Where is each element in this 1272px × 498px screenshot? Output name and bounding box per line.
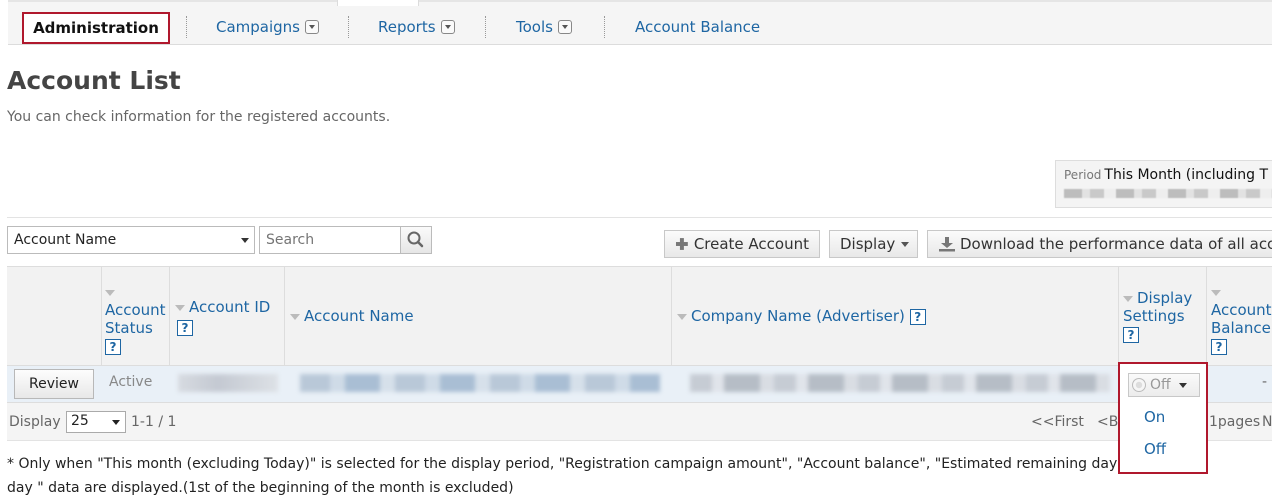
sort-arrow-icon: [175, 304, 185, 311]
col-account-balance-label-2: Balance: [1211, 319, 1271, 337]
nav-account-balance[interactable]: Account Balance: [635, 18, 760, 36]
radio-icon: [1132, 378, 1146, 392]
caret-down-icon: [112, 420, 120, 425]
nav-administration[interactable]: Administration: [22, 12, 170, 44]
account-balance-value: -: [1262, 374, 1268, 390]
help-icon[interactable]: ?: [105, 339, 121, 355]
sort-arrow-icon: [1123, 295, 1133, 302]
sort-arrow-icon: [1211, 289, 1221, 296]
help-icon[interactable]: ?: [1211, 339, 1227, 355]
chevron-down-icon[interactable]: [557, 20, 572, 34]
account-status-value: Active: [109, 374, 153, 390]
account-id-redacted: [178, 374, 278, 392]
search-field-select[interactable]: Account Name: [7, 226, 255, 254]
nav-campaigns-label: Campaigns: [216, 18, 301, 36]
nav-campaigns[interactable]: Campaigns: [216, 18, 320, 36]
page-size-select[interactable]: 25: [66, 411, 126, 433]
period-value: This Month (including T: [1104, 167, 1269, 183]
sort-arrow-icon: [290, 313, 300, 320]
nav-tools[interactable]: Tools: [516, 18, 572, 36]
col-account-name-label: Account Name: [304, 307, 414, 325]
col-company-name-label: Company Name (Advertiser): [691, 307, 905, 325]
sort-arrow-icon: [105, 289, 115, 296]
col-account-balance[interactable]: Account Balance ?: [1207, 267, 1272, 367]
col-display-settings-label-1: Display: [1137, 289, 1193, 307]
col-account-id-label: Account ID: [189, 298, 271, 316]
display-label: Display: [840, 235, 896, 253]
page-size-label: Display: [9, 414, 61, 430]
tab-notch: [337, 0, 419, 6]
display-setting-dropdown: Off On Off: [1118, 362, 1208, 474]
search-button[interactable]: [400, 226, 432, 254]
sort-arrow-icon: [677, 313, 687, 320]
help-icon[interactable]: ?: [177, 320, 193, 336]
pager-first[interactable]: <<First: [1031, 414, 1084, 430]
chevron-down-icon[interactable]: [305, 20, 320, 34]
col-display-settings[interactable]: Display Settings ?: [1119, 267, 1207, 367]
top-nav: Administration Campaigns Reports Tools A…: [8, 0, 1272, 45]
create-account-label: Create Account: [693, 235, 809, 253]
col-select: [7, 267, 102, 367]
search-input[interactable]: [259, 226, 401, 254]
nav-separator: [604, 16, 605, 38]
col-account-balance-label-1: Account: [1211, 301, 1272, 319]
display-setting-select[interactable]: Off: [1128, 373, 1200, 397]
pager-pages: 1pages: [1209, 414, 1261, 430]
col-display-settings-label-2: Settings: [1123, 307, 1185, 325]
footnote-line-2: day " data are displayed.(1st of the beg…: [7, 480, 514, 496]
col-account-status-label-2: Status: [105, 319, 153, 337]
caret-down-icon: [241, 238, 249, 243]
download-label: Download the performance data of all acc: [960, 235, 1272, 253]
nav-tools-label: Tools: [516, 18, 553, 36]
col-account-id[interactable]: Account ID ?: [170, 267, 285, 367]
create-account-button[interactable]: Create Account: [664, 230, 820, 258]
option-on[interactable]: On: [1128, 403, 1200, 433]
footnote: * Only when "This month (excluding Today…: [7, 452, 1272, 498]
page-description: You can check information for the regist…: [7, 109, 391, 125]
caret-down-icon: [901, 241, 910, 247]
page-size-value: 25: [71, 413, 89, 429]
nav-separator: [485, 16, 486, 38]
plus-icon: [675, 238, 688, 250]
divider: [7, 217, 1272, 218]
nav-reports[interactable]: Reports: [378, 18, 455, 36]
download-icon: [939, 237, 955, 252]
display-button[interactable]: Display: [829, 230, 918, 258]
search-field-value: Account Name: [14, 232, 117, 248]
search-icon: [407, 231, 424, 248]
option-off[interactable]: Off: [1128, 435, 1200, 465]
company-name-redacted: [690, 374, 1110, 392]
col-account-name[interactable]: Account Name: [285, 267, 672, 367]
nav-reports-label: Reports: [378, 18, 436, 36]
col-company-name[interactable]: Company Name (Advertiser) ?: [672, 267, 1119, 367]
period-box[interactable]: Period This Month (including T: [1055, 160, 1272, 208]
help-icon[interactable]: ?: [909, 309, 926, 325]
nav-separator: [348, 16, 349, 38]
account-name-redacted: [300, 374, 660, 392]
caret-down-icon: [1178, 382, 1187, 388]
help-icon[interactable]: ?: [1123, 327, 1139, 343]
col-account-status[interactable]: Account Status ?: [102, 267, 170, 367]
footnote-line-1: * Only when "This month (excluding Today…: [7, 456, 1203, 472]
download-button[interactable]: Download the performance data of all acc: [927, 230, 1272, 258]
nav-separator: [186, 16, 187, 38]
pager-range: 1-1 / 1: [131, 414, 177, 430]
col-account-status-label-1: Account: [105, 301, 166, 319]
page-title: Account List: [7, 66, 181, 95]
table-header: Account Status ? Account ID ? Account Na…: [7, 266, 1272, 367]
period-dates-redacted: [1064, 189, 1272, 198]
display-setting-current: Off: [1150, 377, 1171, 393]
period-label: Period: [1064, 168, 1102, 182]
pager-next[interactable]: N: [1262, 414, 1272, 430]
chevron-down-icon[interactable]: [440, 20, 455, 34]
review-button[interactable]: Review: [14, 369, 94, 399]
